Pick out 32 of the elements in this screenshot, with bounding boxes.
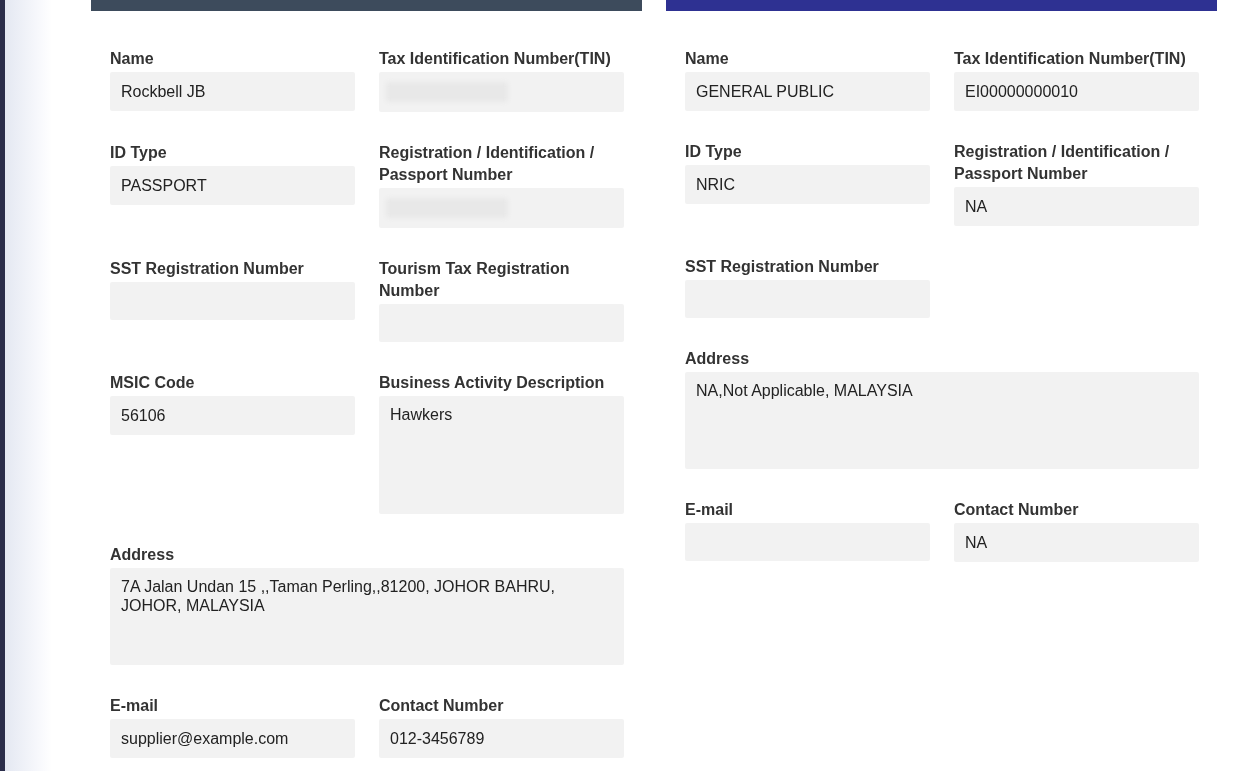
- field-label: E-mail: [110, 696, 159, 716]
- field-label: MSIC Code: [110, 373, 196, 393]
- field-label: Contact Number: [954, 500, 1080, 520]
- input-field[interactable]: NRIC: [685, 165, 930, 204]
- input-field[interactable]: Rockbell JB: [110, 72, 355, 111]
- field-label: Address: [110, 545, 176, 565]
- field-label: Tax Identification Number(TIN): [954, 49, 1187, 69]
- field-label: Address: [685, 349, 751, 369]
- field-label: ID Type: [685, 142, 743, 162]
- field-label: SST Registration Number: [110, 259, 305, 279]
- text-area[interactable]: NA,Not Applicable, MALAYSIA: [685, 372, 1199, 469]
- field-label: Registration / Identification / Passport Number: [954, 142, 1171, 184]
- text-area[interactable]: Hawkers: [379, 396, 624, 514]
- input-field[interactable]: NA: [954, 187, 1199, 226]
- input-field[interactable]: PASSPORT: [110, 166, 355, 205]
- field-label: E-mail: [685, 500, 734, 520]
- field-label: Tax Identification Number(TIN): [379, 49, 612, 69]
- field-label: Name: [685, 49, 730, 69]
- field-label: Name: [110, 49, 155, 69]
- field-label: Registration / Identification / Passport Number: [379, 143, 596, 185]
- field-label: Business Activity Description: [379, 373, 606, 393]
- text-area[interactable]: 7A Jalan Undan 15 ,,Taman Perling,,81200, JOHOR BAHRU, JOHOR, MALAYSIA: [110, 568, 624, 665]
- input-field[interactable]: EI00000000010: [954, 72, 1199, 111]
- field-label: Contact Number: [379, 696, 505, 716]
- input-field[interactable]: supplier@example.com: [110, 719, 355, 758]
- input-field[interactable]: GENERAL PUBLIC: [685, 72, 930, 111]
- input-field[interactable]: 56106: [110, 396, 355, 435]
- field-label: Tourism Tax Registration Number: [379, 259, 571, 301]
- field-label: ID Type: [110, 143, 168, 163]
- field-label: SST Registration Number: [685, 257, 880, 277]
- input-field[interactable]: NA: [954, 523, 1199, 562]
- input-field[interactable]: 012-3456789: [379, 719, 624, 758]
